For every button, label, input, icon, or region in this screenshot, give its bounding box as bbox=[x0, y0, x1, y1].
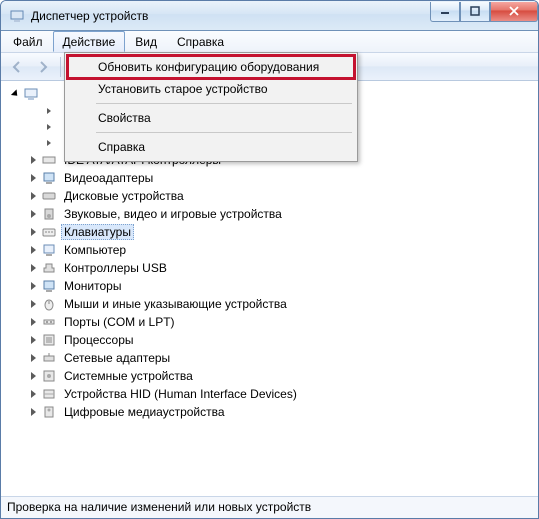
toolbar-separator bbox=[60, 57, 61, 77]
tree-category[interactable]: Видеоадаптеры bbox=[5, 169, 538, 187]
device-category-icon bbox=[41, 206, 57, 222]
tree-category-label: Устройства HID (Human Interface Devices) bbox=[61, 386, 300, 402]
tree-category-label: Цифровые медиаустройства bbox=[61, 404, 228, 420]
expand-icon[interactable] bbox=[27, 172, 39, 184]
menu-item-properties[interactable]: Свойства bbox=[68, 107, 354, 129]
tree-category-label: Звуковые, видео и игровые устройства bbox=[61, 206, 285, 222]
expand-icon[interactable] bbox=[43, 121, 55, 133]
tree-category[interactable]: Цифровые медиаустройства bbox=[5, 403, 538, 421]
titlebar: Диспетчер устройств bbox=[1, 1, 538, 31]
menu-item-add-legacy[interactable]: Установить старое устройство bbox=[68, 78, 354, 100]
menu-separator bbox=[96, 103, 352, 104]
tree-category-label: Системные устройства bbox=[61, 368, 196, 384]
tree-category[interactable]: Мыши и иные указывающие устройства bbox=[5, 295, 538, 313]
status-bar: Проверка на наличие изменений или новых … bbox=[1, 496, 538, 518]
device-category-icon bbox=[41, 242, 57, 258]
device-category-icon bbox=[41, 314, 57, 330]
tree-category[interactable]: Клавиатуры bbox=[5, 223, 538, 241]
window-controls bbox=[430, 2, 538, 24]
device-category-icon bbox=[41, 278, 57, 294]
device-category-icon bbox=[41, 350, 57, 366]
action-menu-dropdown: Обновить конфигурацию оборудования Устан… bbox=[64, 52, 358, 162]
expand-icon[interactable] bbox=[27, 406, 39, 418]
tree-category[interactable]: Компьютер bbox=[5, 241, 538, 259]
device-category-icon bbox=[41, 152, 57, 168]
status-text: Проверка на наличие изменений или новых … bbox=[7, 500, 311, 514]
menu-separator bbox=[96, 132, 352, 133]
tree-category[interactable]: Системные устройства bbox=[5, 367, 538, 385]
device-category-icon bbox=[41, 368, 57, 384]
device-category-icon bbox=[41, 224, 57, 240]
menu-help[interactable]: Справка bbox=[167, 31, 234, 52]
device-category-icon bbox=[41, 296, 57, 312]
menubar: Файл Действие Вид Справка bbox=[1, 31, 538, 53]
tree-category-label: Процессоры bbox=[61, 332, 137, 348]
expand-icon[interactable] bbox=[43, 105, 55, 117]
app-icon bbox=[9, 8, 25, 24]
device-category-icon bbox=[41, 260, 57, 276]
expand-icon[interactable] bbox=[27, 388, 39, 400]
device-category-icon bbox=[41, 170, 57, 186]
menu-view[interactable]: Вид bbox=[125, 31, 167, 52]
computer-icon bbox=[23, 86, 39, 102]
tree-category[interactable]: Звуковые, видео и игровые устройства bbox=[5, 205, 538, 223]
expand-icon[interactable] bbox=[9, 88, 21, 100]
tree-categories: IDE ATA/ATAPI контроллерыВидеоадаптерыДи… bbox=[5, 151, 538, 421]
expand-icon[interactable] bbox=[27, 280, 39, 292]
tree-category[interactable]: Устройства HID (Human Interface Devices) bbox=[5, 385, 538, 403]
forward-button[interactable] bbox=[31, 55, 55, 79]
tree-category-label: Компьютер bbox=[61, 242, 129, 258]
tree-category[interactable]: Процессоры bbox=[5, 331, 538, 349]
expand-icon[interactable] bbox=[27, 244, 39, 256]
expand-icon[interactable] bbox=[43, 137, 55, 149]
expand-icon[interactable] bbox=[27, 334, 39, 346]
tree-category-label: Мониторы bbox=[61, 278, 124, 294]
close-button[interactable] bbox=[490, 2, 538, 22]
device-category-icon bbox=[41, 332, 57, 348]
expand-icon[interactable] bbox=[27, 208, 39, 220]
tree-category-label: Контроллеры USB bbox=[61, 260, 170, 276]
menu-action[interactable]: Действие bbox=[53, 31, 126, 52]
device-category-icon bbox=[41, 188, 57, 204]
tree-category[interactable]: Дисковые устройства bbox=[5, 187, 538, 205]
window-title: Диспетчер устройств bbox=[31, 9, 430, 23]
tree-category[interactable]: Мониторы bbox=[5, 277, 538, 295]
expand-icon[interactable] bbox=[27, 262, 39, 274]
tree-category-label: Видеоадаптеры bbox=[61, 170, 156, 186]
expand-icon[interactable] bbox=[27, 316, 39, 328]
tree-category[interactable]: Контроллеры USB bbox=[5, 259, 538, 277]
tree-category-label: Мыши и иные указывающие устройства bbox=[61, 296, 290, 312]
expand-icon[interactable] bbox=[27, 190, 39, 202]
back-button[interactable] bbox=[5, 55, 29, 79]
menu-item-help[interactable]: Справка bbox=[68, 136, 354, 158]
expand-icon[interactable] bbox=[27, 352, 39, 364]
expand-icon[interactable] bbox=[27, 298, 39, 310]
tree-category-label: Сетевые адаптеры bbox=[61, 350, 173, 366]
device-category-icon bbox=[41, 386, 57, 402]
tree-category[interactable]: Порты (COM и LPT) bbox=[5, 313, 538, 331]
expand-icon[interactable] bbox=[27, 226, 39, 238]
menu-item-refresh-hardware[interactable]: Обновить конфигурацию оборудования bbox=[68, 56, 354, 78]
menu-file[interactable]: Файл bbox=[3, 31, 53, 52]
maximize-button[interactable] bbox=[460, 2, 490, 22]
expand-icon[interactable] bbox=[27, 154, 39, 166]
expand-icon[interactable] bbox=[27, 370, 39, 382]
device-category-icon bbox=[41, 404, 57, 420]
tree-category[interactable]: Сетевые адаптеры bbox=[5, 349, 538, 367]
tree-category-label: Дисковые устройства bbox=[61, 188, 187, 204]
minimize-button[interactable] bbox=[430, 2, 460, 22]
tree-category-label: Порты (COM и LPT) bbox=[61, 314, 178, 330]
tree-category-label: Клавиатуры bbox=[61, 224, 134, 240]
